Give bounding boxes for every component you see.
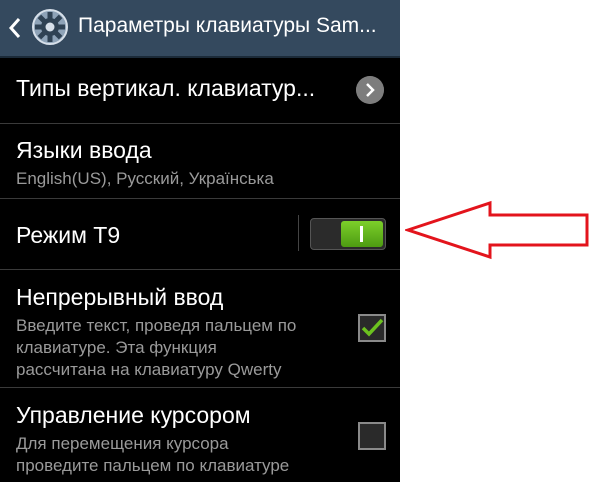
cursor-control-checkbox[interactable]	[358, 422, 386, 450]
phone-screen: Параметры клавиатуры Sam... Типы вертика…	[0, 0, 400, 482]
setting-t9-mode[interactable]: Режим Т9	[0, 199, 400, 270]
setting-subtitle-line-2: проведите пальцем по клавиатуре	[16, 456, 290, 475]
continuous-input-checkbox[interactable]	[358, 314, 386, 342]
setting-title: Языки ввода	[16, 137, 152, 163]
setting-subtitle-line-2: клавиатуре. Эта функция	[16, 338, 217, 357]
red-arrow-icon	[405, 200, 589, 260]
chevron-left-icon[interactable]	[6, 14, 24, 42]
toggle-knob	[341, 221, 383, 247]
chevron-right-icon[interactable]	[356, 76, 384, 104]
setting-subtitle-line-1: Введите текст, проведя пальцем по	[16, 316, 297, 335]
gear-icon	[32, 9, 68, 45]
setting-subtitle-line-3: рассчитана на клавиатуру Qwerty	[16, 360, 282, 379]
setting-cursor-control[interactable]: Управление курсором Для перемещения курс…	[0, 388, 400, 482]
setting-input-languages[interactable]: Языки ввода English(US), Русский, Україн…	[0, 124, 400, 199]
checkmark-icon	[361, 318, 384, 337]
setting-continuous-input[interactable]: Непрерывный ввод Введите текст, проведя …	[0, 270, 400, 388]
divider	[298, 215, 299, 251]
setting-keyboard-types[interactable]: Типы вертикал. клавиатур...	[0, 58, 400, 124]
t9-toggle[interactable]	[310, 218, 386, 250]
setting-title: Режим Т9	[16, 222, 121, 248]
setting-title: Типы вертикал. клавиатур...	[16, 75, 316, 101]
setting-subtitle-line-1: Для перемещения курсора	[16, 434, 229, 453]
setting-subtitle: English(US), Русский, Українська	[16, 169, 274, 188]
setting-title: Управление курсором	[16, 402, 251, 428]
page-title: Параметры клавиатуры Sam...	[78, 14, 377, 37]
setting-title: Непрерывный ввод	[16, 284, 224, 310]
action-bar: Параметры клавиатуры Sam...	[0, 0, 400, 58]
